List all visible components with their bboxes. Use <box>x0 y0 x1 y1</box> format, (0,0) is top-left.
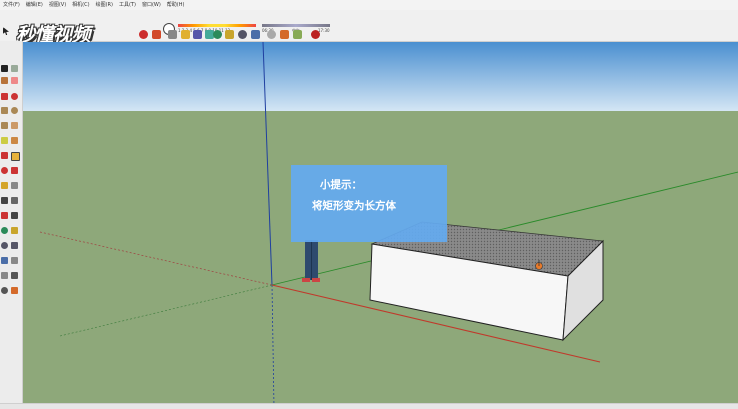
section-icon[interactable] <box>280 30 289 39</box>
menu-edit[interactable]: 编辑(E) <box>23 0 46 10</box>
followme-tool-icon[interactable] <box>11 137 18 144</box>
menu-file[interactable]: 文件(F) <box>0 0 23 10</box>
tip-text: 将矩形变为长方体 <box>312 200 396 212</box>
menu-camera[interactable]: 相机(C) <box>69 0 92 10</box>
select-tool-icon[interactable] <box>1 65 8 72</box>
pushpull-tool-icon[interactable] <box>11 152 20 161</box>
ruby-icon[interactable] <box>311 30 320 39</box>
zoom-window-tool-icon[interactable] <box>11 242 18 249</box>
menu-tools[interactable]: 工具(T) <box>116 0 139 10</box>
tip-title: 小提示： <box>320 179 362 191</box>
zoom-extents-tool-icon[interactable] <box>1 257 8 264</box>
zoom-icon[interactable] <box>238 30 247 39</box>
menu-help[interactable]: 帮助(H) <box>164 0 188 10</box>
lookaround-tool-icon[interactable] <box>1 287 8 294</box>
month-slider[interactable] <box>178 24 256 27</box>
zoom-extents-icon[interactable] <box>251 30 260 39</box>
dimension-tool-icon[interactable] <box>11 182 18 189</box>
orbit-icon[interactable] <box>213 30 222 39</box>
zoom-tool-icon[interactable] <box>1 242 8 249</box>
circle-tool-icon[interactable] <box>11 107 18 114</box>
component-tool-icon[interactable] <box>11 65 18 72</box>
text-tool-icon[interactable] <box>11 197 18 204</box>
polygon-tool-icon[interactable] <box>1 122 8 129</box>
scale-tool-icon[interactable] <box>11 167 18 174</box>
pan-tool-icon[interactable] <box>11 227 18 234</box>
line-tool-icon[interactable] <box>1 93 8 100</box>
tip-overlay: 小提示： 将矩形变为长方体 <box>291 165 447 242</box>
section-plane-tool-icon[interactable] <box>11 287 18 294</box>
orbit-tool-icon[interactable] <box>1 227 8 234</box>
arc-tool-icon[interactable] <box>11 93 18 100</box>
time-slider[interactable] <box>262 24 330 27</box>
tool-palette <box>0 41 23 408</box>
position-camera-tool-icon[interactable] <box>1 272 8 279</box>
components-icon[interactable] <box>293 30 302 39</box>
main-toolbar: 秒懂视频 1 2 3 4 5 6 7 8 9 10 11 12 06:30 中午… <box>0 10 738 46</box>
menu-draw[interactable]: 绘图(R) <box>93 0 116 10</box>
dimension-icon[interactable] <box>193 30 202 39</box>
eraser-tool-icon[interactable] <box>11 77 18 84</box>
rotate-tool-icon[interactable] <box>1 167 8 174</box>
pan-icon[interactable] <box>225 30 234 39</box>
rectangle-tool-icon[interactable] <box>1 107 8 114</box>
model-info-icon[interactable] <box>168 30 177 39</box>
sky <box>23 42 738 112</box>
move-tool-icon[interactable] <box>1 152 8 159</box>
previous-view-icon[interactable] <box>267 30 276 39</box>
paint-tool-icon[interactable] <box>1 77 8 84</box>
walk-tool-icon[interactable] <box>11 272 18 279</box>
paint-bucket-icon[interactable] <box>152 30 161 39</box>
tape-measure-icon[interactable] <box>181 30 190 39</box>
axes-tool-icon[interactable] <box>1 212 8 219</box>
tape-tool-icon[interactable] <box>1 182 8 189</box>
previous-tool-icon[interactable] <box>11 257 18 264</box>
offset-tool-icon[interactable] <box>1 137 8 144</box>
status-bar <box>0 403 738 409</box>
3dtext-tool-icon[interactable] <box>11 212 18 219</box>
select-icon[interactable] <box>3 27 9 35</box>
protractor-tool-icon[interactable] <box>1 197 8 204</box>
freehand-tool-icon[interactable] <box>11 122 18 129</box>
undo-icon[interactable] <box>139 30 148 39</box>
menu-view[interactable]: 视图(V) <box>46 0 69 10</box>
menu-window[interactable]: 窗口(W) <box>139 0 164 10</box>
